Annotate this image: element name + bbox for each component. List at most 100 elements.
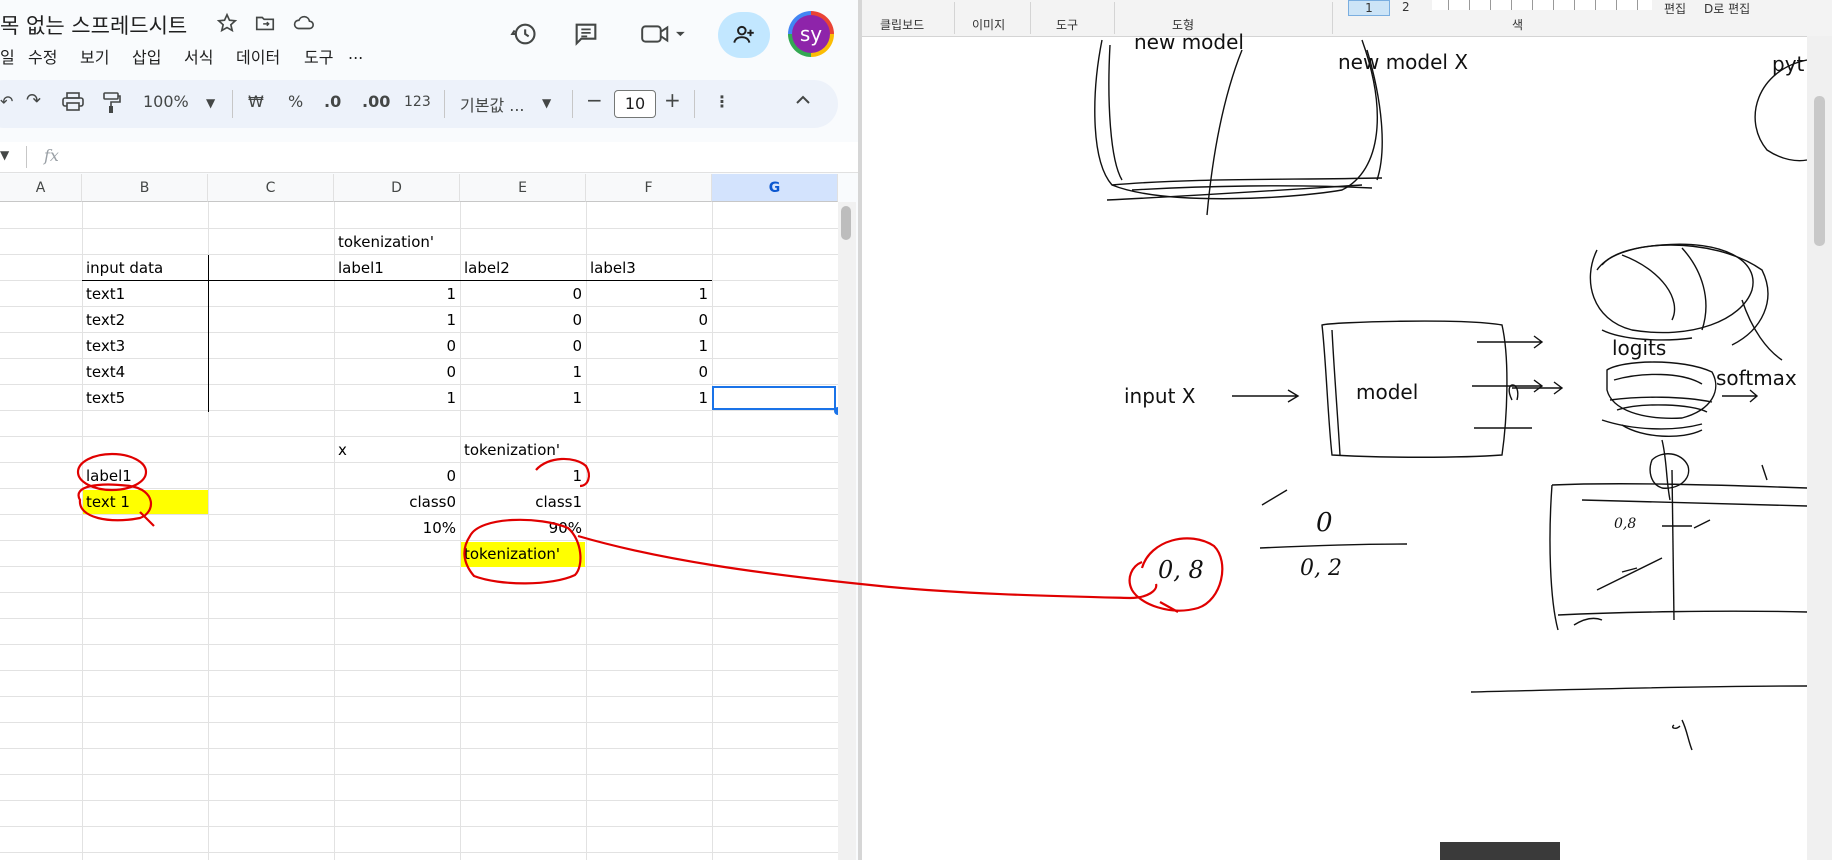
paint-format-icon[interactable] xyxy=(102,92,122,118)
menu-data[interactable]: 데이터 xyxy=(236,44,280,68)
paint-vertical-scrollbar[interactable] xyxy=(1807,36,1832,860)
cell-d5[interactable]: 1 xyxy=(334,282,456,307)
font-dropdown-icon[interactable]: ▼ xyxy=(542,96,551,110)
cell-e11[interactable]: tokenization' xyxy=(464,438,560,463)
column-header-c[interactable]: C xyxy=(208,174,334,202)
cell-b13[interactable]: text 1 xyxy=(86,490,130,515)
toolbar-divider xyxy=(444,90,445,118)
star-icon[interactable] xyxy=(216,12,238,38)
vertical-scrollbar[interactable] xyxy=(838,202,856,860)
menu-view[interactable]: 보기 xyxy=(80,44,109,68)
column-header-f[interactable]: F xyxy=(586,174,712,202)
menu-tools[interactable]: 도구 xyxy=(304,44,333,68)
cell-b12[interactable]: label1 xyxy=(86,464,132,489)
paint-scrollbar-thumb[interactable] xyxy=(1814,96,1825,246)
doc-title[interactable]: 목 없는 스프레드시트 xyxy=(0,10,187,40)
cell-b9[interactable]: text5 xyxy=(86,386,125,411)
increase-decimal-button[interactable]: .00 xyxy=(362,92,390,111)
currency-format-button[interactable]: ₩ xyxy=(248,92,264,111)
cell-e13[interactable]: class1 xyxy=(460,490,582,515)
menu-more[interactable]: ... xyxy=(348,44,363,63)
cell-f6[interactable]: 0 xyxy=(586,308,708,333)
grid-row-line xyxy=(0,228,838,229)
account-avatar[interactable]: sy xyxy=(788,11,834,57)
cell-e14[interactable]: 90% xyxy=(460,516,582,541)
stroke-pyt-blob xyxy=(1754,59,1808,162)
stroke-plot-box xyxy=(1549,484,1559,631)
stroke-new-model-blob xyxy=(1094,39,1378,200)
grid-row-line xyxy=(0,826,838,827)
menu-format[interactable]: 서식 xyxy=(184,44,213,68)
cell-f9[interactable]: 1 xyxy=(586,386,708,411)
cell-e5[interactable]: 0 xyxy=(460,282,582,307)
cell-f4[interactable]: label3 xyxy=(590,256,636,281)
cell-b6[interactable]: text2 xyxy=(86,308,125,333)
cell-d6[interactable]: 1 xyxy=(334,308,456,333)
column-header-a[interactable]: A xyxy=(0,174,82,202)
history-icon[interactable] xyxy=(510,20,538,52)
comment-icon[interactable] xyxy=(572,20,600,52)
grid-row-line xyxy=(0,592,838,593)
undo-icon[interactable]: ↶ xyxy=(0,92,13,111)
percent-format-button[interactable]: % xyxy=(288,92,303,111)
formula-bar: ▼ fx xyxy=(0,142,858,173)
cell-d8[interactable]: 0 xyxy=(334,360,456,385)
more-formats-button[interactable]: 123 xyxy=(404,94,431,110)
cell-d4[interactable]: label1 xyxy=(338,256,384,281)
font-size-increase-button[interactable]: + xyxy=(664,88,681,112)
grid-row-line xyxy=(0,462,838,463)
scrollbar-thumb[interactable] xyxy=(841,206,851,240)
cell-d13[interactable]: class0 xyxy=(334,490,456,515)
cell-e12[interactable]: 1 xyxy=(460,464,582,489)
cell-b5[interactable]: text1 xyxy=(86,282,125,307)
formula-input[interactable] xyxy=(80,144,850,170)
cell-e8[interactable]: 1 xyxy=(460,360,582,385)
cell-e9[interactable]: 1 xyxy=(460,386,582,411)
cell-b4[interactable]: input data xyxy=(86,256,163,281)
meet-video-icon[interactable] xyxy=(640,20,688,52)
column-header-d[interactable]: D xyxy=(334,174,460,202)
cell-e7[interactable]: 0 xyxy=(460,334,582,359)
cell-d7[interactable]: 0 xyxy=(334,334,456,359)
cell-b8[interactable]: text4 xyxy=(86,360,125,385)
cell-d3[interactable]: tokenization' xyxy=(338,230,434,255)
cell-d14[interactable]: 10% xyxy=(334,516,456,541)
more-options-icon[interactable]: ⋮ xyxy=(714,92,730,111)
grid-row-line xyxy=(0,644,838,645)
cell-e15[interactable]: tokenization' xyxy=(464,542,560,567)
grid-row-line xyxy=(0,566,838,567)
menu-edit[interactable]: 수정 xyxy=(28,44,57,68)
column-header-e[interactable]: E xyxy=(460,174,586,202)
font-select[interactable]: 기본값 ... xyxy=(460,92,525,116)
redo-icon[interactable]: ↷ xyxy=(26,90,41,111)
zoom-select[interactable]: 100% xyxy=(143,92,189,111)
decrease-decimal-button[interactable]: .0 xyxy=(324,92,341,111)
cloud-status-icon[interactable] xyxy=(292,12,316,38)
grid-row-line xyxy=(0,852,838,853)
menu-insert[interactable]: 삽입 xyxy=(132,44,161,68)
cell-e6[interactable]: 0 xyxy=(460,308,582,333)
print-icon[interactable] xyxy=(62,92,84,116)
cell-e4[interactable]: label2 xyxy=(464,256,510,281)
cell-b7[interactable]: text3 xyxy=(86,334,125,359)
cell-d12[interactable]: 0 xyxy=(334,464,456,489)
font-size-decrease-button[interactable]: − xyxy=(586,88,603,112)
column-header-b[interactable]: B xyxy=(82,174,208,202)
font-size-input[interactable]: 10 xyxy=(614,90,656,118)
selected-cell-g9[interactable] xyxy=(712,386,836,410)
share-button[interactable] xyxy=(718,12,770,58)
menu-file[interactable]: 일 xyxy=(0,44,15,68)
cell-f8[interactable]: 0 xyxy=(586,360,708,385)
taskbar-preview[interactable] xyxy=(1440,842,1560,860)
cell-d11[interactable]: x xyxy=(338,438,347,463)
cell-f7[interactable]: 1 xyxy=(586,334,708,359)
cell-f5[interactable]: 1 xyxy=(586,282,708,307)
column-header-g[interactable]: G xyxy=(712,174,838,202)
name-box-dropdown-icon[interactable]: ▼ xyxy=(0,148,9,162)
move-folder-icon[interactable] xyxy=(254,12,276,38)
cell-d9[interactable]: 1 xyxy=(334,386,456,411)
collapse-toolbar-icon[interactable] xyxy=(794,92,812,111)
sheets-window: 목 없는 스프레드시트 일 수정 보기 삽입 서식 데이터 도구 ... sy … xyxy=(0,0,858,860)
zoom-dropdown-icon[interactable]: ▼ xyxy=(206,96,215,110)
stroke-arrow-input xyxy=(1232,389,1300,403)
